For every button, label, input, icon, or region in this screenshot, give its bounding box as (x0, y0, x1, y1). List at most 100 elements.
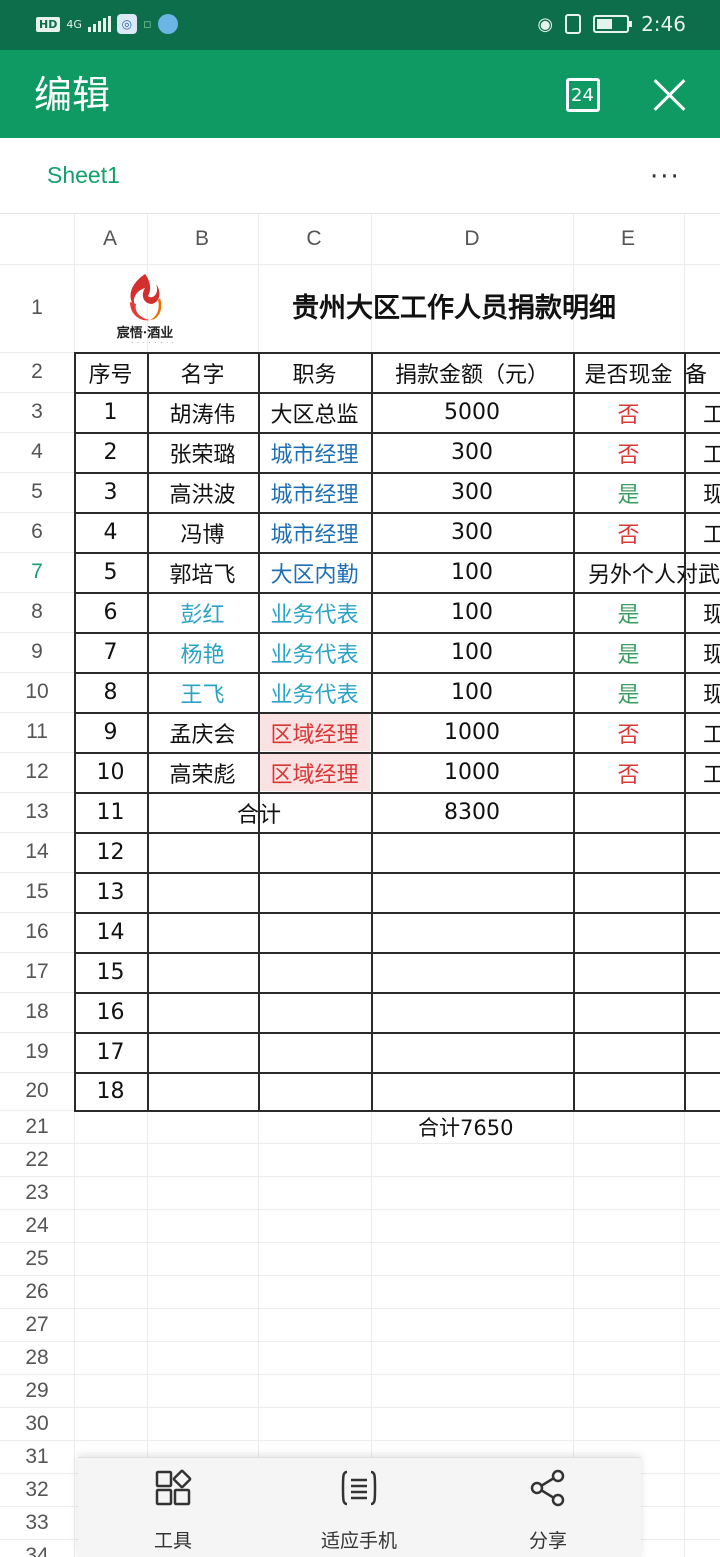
note-cell[interactable]: 工 (685, 514, 720, 551)
row-index-cell[interactable]: 14 (75, 914, 146, 951)
amount-cell[interactable]: 300 (372, 434, 572, 471)
row-number[interactable]: 14 (0, 832, 74, 872)
position-cell[interactable]: 大区内勤 (259, 554, 370, 591)
amount-cell[interactable]: 1000 (372, 714, 572, 751)
more-options-icon[interactable]: ··· (650, 162, 681, 192)
row-number[interactable]: 17 (0, 952, 74, 992)
name-cell[interactable]: 胡涛伟 (148, 394, 257, 431)
sheet-title[interactable]: 贵州大区工作人员捐款明细 (292, 286, 616, 325)
note-cell[interactable]: 现 (685, 474, 720, 511)
row-index-cell[interactable]: 8 (75, 674, 146, 711)
column-header[interactable]: E (588, 214, 668, 264)
name-cell[interactable]: 高荣彪 (148, 754, 257, 791)
cash-cell[interactable]: 否 (574, 754, 683, 791)
row-number[interactable]: 2 (0, 352, 74, 392)
row-index-cell[interactable]: 6 (75, 594, 146, 631)
column-header[interactable]: C (274, 214, 354, 264)
row-number[interactable]: 24 (0, 1209, 74, 1242)
table-header-cell[interactable]: 职务 (259, 354, 370, 391)
amount-cell[interactable]: 100 (372, 594, 572, 631)
row-number[interactable]: 21 (0, 1110, 74, 1143)
amount-cell[interactable]: 100 (372, 674, 572, 711)
close-icon[interactable] (650, 74, 690, 114)
cash-cell[interactable]: 否 (574, 714, 683, 751)
row-number[interactable]: 18 (0, 992, 74, 1032)
position-cell[interactable]: 城市经理 (259, 434, 370, 471)
row-index-cell[interactable]: 16 (75, 994, 146, 1031)
row-index-cell[interactable]: 13 (75, 874, 146, 911)
note-cell[interactable]: 现 (685, 594, 720, 631)
position-cell[interactable]: 业务代表 (259, 674, 370, 711)
row-number[interactable]: 32 (0, 1473, 74, 1506)
row-number[interactable]: 27 (0, 1308, 74, 1341)
row-index-cell[interactable]: 18 (75, 1074, 146, 1109)
name-cell[interactable]: 王飞 (148, 674, 257, 711)
row-number[interactable]: 4 (0, 432, 74, 472)
name-cell[interactable]: 张荣璐 (148, 434, 257, 471)
row-number[interactable]: 13 (0, 792, 74, 832)
row-number[interactable]: 6 (0, 512, 74, 552)
row-index-cell[interactable]: 11 (75, 794, 146, 831)
row-number[interactable]: 8 (0, 592, 74, 632)
column-header[interactable]: A (70, 214, 150, 264)
row-number[interactable]: 25 (0, 1242, 74, 1275)
name-cell[interactable]: 杨艳 (148, 634, 257, 671)
row-number[interactable]: 30 (0, 1407, 74, 1440)
amount-cell[interactable]: 100 (372, 554, 572, 591)
row-number[interactable]: 12 (0, 752, 74, 792)
fit-to-phone-button[interactable]: 适应手机 (284, 1468, 434, 1553)
row-number[interactable]: 5 (0, 472, 74, 512)
name-cell[interactable]: 高洪波 (148, 474, 257, 511)
position-cell[interactable]: 区域经理 (259, 714, 370, 751)
row-index-cell[interactable]: 3 (75, 474, 146, 511)
row-number[interactable]: 26 (0, 1275, 74, 1308)
cash-cell[interactable]: 否 (574, 394, 683, 431)
position-cell[interactable]: 业务代表 (259, 594, 370, 631)
note-cell[interactable]: 工 (685, 394, 720, 431)
row-number[interactable]: 29 (0, 1374, 74, 1407)
tab-sheet1[interactable]: Sheet1 (47, 162, 120, 189)
row-index-cell[interactable]: 15 (75, 954, 146, 991)
amount-cell[interactable]: 300 (372, 474, 572, 511)
position-cell[interactable]: 城市经理 (259, 474, 370, 511)
row-number[interactable]: 15 (0, 872, 74, 912)
row-index-cell[interactable]: 7 (75, 634, 146, 671)
position-cell[interactable]: 大区总监 (259, 394, 370, 431)
row-number[interactable]: 22 (0, 1143, 74, 1176)
cash-cell[interactable]: 否 (574, 434, 683, 471)
total-amount-cell[interactable]: 8300 (372, 794, 572, 831)
name-cell[interactable]: 冯博 (148, 514, 257, 551)
note-cell[interactable]: 现 (685, 674, 720, 711)
row-number[interactable]: 11 (0, 712, 74, 752)
cash-cell[interactable]: 是 (574, 634, 683, 671)
cash-cell[interactable]: 是 (574, 474, 683, 511)
row-index-cell[interactable]: 12 (75, 834, 146, 871)
name-cell[interactable]: 孟庆会 (148, 714, 257, 751)
note-cell[interactable]: 现 (685, 634, 720, 671)
amount-cell[interactable]: 5000 (372, 394, 572, 431)
amount-cell[interactable]: 100 (372, 634, 572, 671)
row-number[interactable]: 31 (0, 1440, 74, 1473)
name-cell[interactable]: 郭培飞 (148, 554, 257, 591)
row-number[interactable]: 16 (0, 912, 74, 952)
cash-cell[interactable]: 是 (574, 594, 683, 631)
note-cell[interactable]: 工 (685, 714, 720, 751)
row-number[interactable]: 20 (0, 1072, 74, 1110)
cash-cell[interactable]: 否 (574, 514, 683, 551)
row-index-cell[interactable]: 9 (75, 714, 146, 751)
share-button[interactable]: 分享 (473, 1468, 623, 1553)
table-header-cell[interactable]: 是否现金 (574, 354, 683, 391)
row-number[interactable]: 34 (0, 1539, 74, 1557)
row-number[interactable]: 19 (0, 1032, 74, 1072)
row-number[interactable]: 33 (0, 1506, 74, 1539)
table-header-cell[interactable]: 序号 (75, 354, 146, 391)
note-cell[interactable]: 工 (685, 754, 720, 791)
calendar-icon[interactable]: 24 (566, 78, 600, 112)
row-index-cell[interactable]: 5 (75, 554, 146, 591)
position-cell[interactable]: 业务代表 (259, 634, 370, 671)
position-cell[interactable]: 区域经理 (259, 754, 370, 791)
row-number[interactable]: 7 (0, 552, 74, 592)
row-index-cell[interactable]: 10 (75, 754, 146, 791)
row-number[interactable]: 28 (0, 1341, 74, 1374)
row-index-cell[interactable]: 2 (75, 434, 146, 471)
